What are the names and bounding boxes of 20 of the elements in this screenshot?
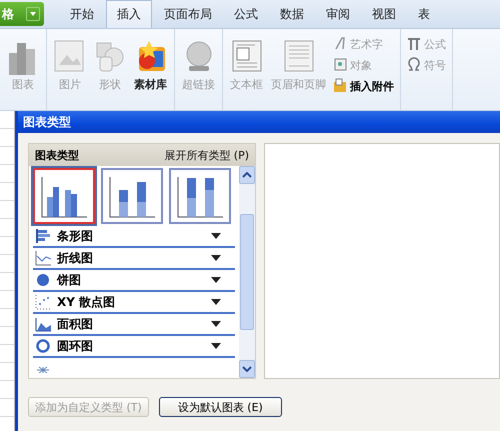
ribbon-tab[interactable]: 数据 — [270, 0, 314, 28]
ribbon-tab[interactable]: 公式 — [224, 0, 268, 28]
ribbon-tab[interactable]: 开始 — [60, 0, 104, 28]
panel-heading: 图表类型 — [35, 148, 79, 162]
ribbon-tab[interactable]: 视图 — [362, 0, 406, 28]
ribbon-button[interactable]: 插入附件 — [331, 77, 396, 95]
ribbon-tab[interactable]: 表 — [408, 0, 440, 28]
dialog-button[interactable]: 设为默认图表 (E) — [158, 397, 282, 417]
ribbon-tab[interactable]: 页面布局 — [154, 0, 222, 28]
ribbon-tab[interactable]: 插入 — [106, 0, 152, 28]
chart-category-row[interactable]: 面积图 — [33, 314, 235, 336]
expand-all-link[interactable]: 展开所有类型 (P) — [164, 148, 249, 162]
chart-category-row[interactable]: 饼图 — [33, 270, 235, 292]
chart-category-row[interactable]: 条形图 — [33, 226, 235, 248]
chart-category-row[interactable]: XY 散点图 — [33, 292, 235, 314]
ribbon-tab[interactable]: 审阅 — [316, 0, 360, 28]
ribbon-button[interactable]: 素材库 — [131, 35, 170, 94]
chart-category-row[interactable]: 圆环图 — [33, 336, 235, 358]
dialog-title: 图表类型 — [18, 111, 500, 133]
chart-category-row[interactable]: 折线图 — [33, 248, 235, 270]
